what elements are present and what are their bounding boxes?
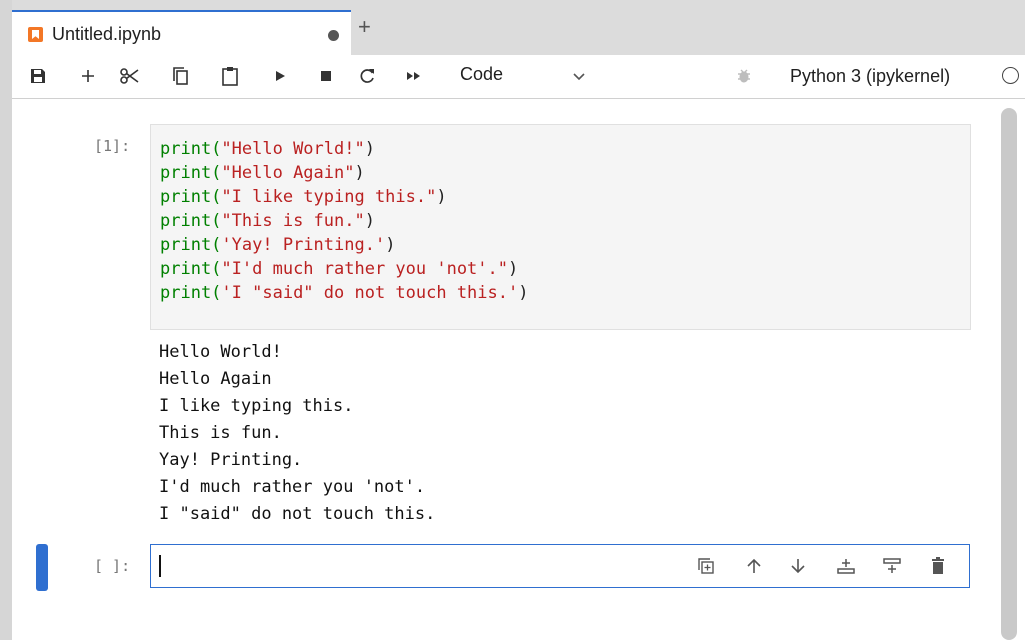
code-token: ) — [364, 139, 375, 159]
insert-cell-button[interactable] — [76, 64, 100, 88]
copy-icon — [173, 67, 188, 85]
code-token: ) — [364, 211, 375, 231]
kernel-idle-icon — [1002, 67, 1019, 84]
save-icon — [31, 69, 45, 83]
output-line: Hello Again — [159, 369, 272, 389]
chevron-down-icon[interactable] — [572, 69, 586, 87]
run-button[interactable] — [268, 64, 292, 88]
code-token: print( — [160, 283, 222, 303]
new-tab-button[interactable]: + — [358, 16, 371, 38]
restart-icon — [360, 69, 374, 83]
code-line: print('I "said" do not touch this.') — [160, 281, 528, 305]
arrow-down-icon — [791, 559, 805, 574]
insert-above-icon — [837, 559, 855, 574]
code-string: "I'd much rather you 'not'." — [221, 259, 508, 279]
duplicate-icon — [698, 558, 714, 574]
plus-icon — [82, 70, 94, 82]
code-string: "I like typing this." — [221, 187, 437, 207]
move-cell-down-button[interactable] — [787, 555, 809, 577]
notebook-tab[interactable]: Untitled.ipynb — [12, 10, 351, 55]
code-token: ) — [518, 283, 529, 303]
code-cell-input[interactable]: print("Hello World!") print("Hello Again"… — [150, 124, 971, 330]
delete-cell-button[interactable] — [927, 555, 949, 577]
cut-button[interactable] — [118, 64, 142, 88]
restart-run-all-button[interactable] — [402, 64, 426, 88]
play-icon — [276, 71, 285, 81]
output-line: I like typing this. — [159, 396, 354, 416]
trash-icon — [932, 557, 944, 574]
code-token: print( — [160, 235, 222, 255]
scissors-icon — [120, 68, 139, 84]
arrow-up-icon — [747, 558, 761, 573]
output-line: This is fun. — [159, 423, 282, 443]
code-token: print( — [160, 187, 222, 207]
stop-icon — [321, 71, 331, 81]
code-token: ) — [436, 187, 447, 207]
scrollbar-thumb[interactable] — [1001, 108, 1017, 640]
text-cursor — [159, 555, 161, 577]
code-token: print( — [160, 139, 222, 159]
notebook-toolbar: Code Python 3 (ipykernel) — [12, 55, 1025, 99]
copy-button[interactable] — [169, 64, 193, 88]
notebook-icon — [28, 27, 43, 42]
code-token: print( — [160, 259, 222, 279]
insert-cell-below-button[interactable] — [881, 555, 903, 577]
code-line: print("Hello Again") — [160, 161, 365, 185]
code-string: "Hello World!" — [221, 139, 365, 159]
output-line: I'd much rather you 'not'. — [159, 477, 426, 497]
interrupt-button[interactable] — [314, 64, 338, 88]
paste-button[interactable] — [218, 64, 242, 88]
output-line: Yay! Printing. — [159, 450, 303, 470]
code-string: 'Yay! Printing.' — [221, 235, 386, 255]
tab-title: Untitled.ipynb — [52, 24, 162, 44]
active-cell-indicator — [36, 544, 48, 591]
insert-cell-above-button[interactable] — [835, 555, 857, 577]
code-token: ) — [508, 259, 519, 279]
code-line: print('Yay! Printing.') — [160, 233, 395, 257]
bug-icon[interactable] — [737, 68, 751, 89]
output-line: I "said" do not touch this. — [159, 504, 436, 524]
empty-code-cell[interactable] — [150, 544, 970, 588]
restart-button[interactable] — [355, 64, 379, 88]
code-string: 'I "said" do not touch this.' — [221, 283, 519, 303]
code-line: print("This is fun.") — [160, 209, 375, 233]
code-token: print( — [160, 163, 222, 183]
cell-prompt-empty: [ ]: — [94, 557, 131, 575]
cell-type-select[interactable]: Code — [460, 64, 503, 85]
code-token: ) — [354, 163, 365, 183]
move-cell-up-button[interactable] — [743, 555, 765, 577]
code-token: print( — [160, 211, 222, 231]
left-gutter — [0, 0, 12, 640]
duplicate-cell-button[interactable] — [695, 555, 717, 577]
fast-forward-icon — [407, 72, 420, 80]
code-string: "Hello Again" — [221, 163, 355, 183]
save-button[interactable] — [26, 64, 50, 88]
kernel-name[interactable]: Python 3 (ipykernel) — [790, 66, 950, 87]
code-token: ) — [385, 235, 396, 255]
insert-below-icon — [883, 558, 901, 573]
output-line: Hello World! — [159, 342, 282, 362]
clipboard-icon — [222, 67, 238, 86]
cell-prompt: [1]: — [94, 137, 131, 155]
code-cell-output: Hello World! Hello Again I like typing thi… — [150, 340, 970, 530]
code-string: "This is fun." — [221, 211, 365, 231]
code-line: print("I like typing this.") — [160, 185, 447, 209]
code-line: print("I'd much rather you 'not'.") — [160, 257, 518, 281]
code-line: print("Hello World!") — [160, 137, 375, 161]
unsaved-dot-icon[interactable] — [328, 30, 339, 41]
